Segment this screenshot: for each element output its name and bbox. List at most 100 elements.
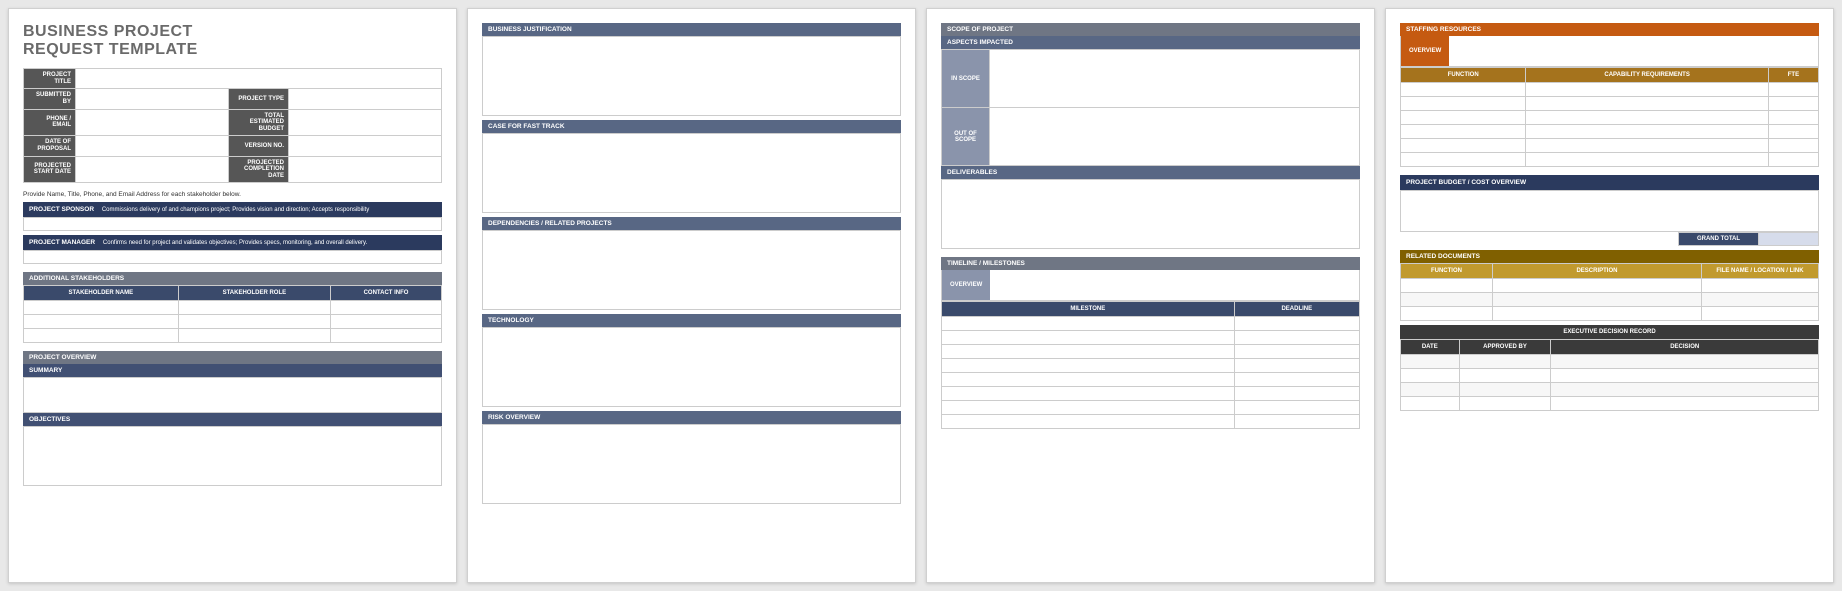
bar-staffing: STAFFING RESOURCES <box>1400 23 1819 36</box>
val-phone-email[interactable] <box>76 109 229 136</box>
table-cell[interactable] <box>1234 359 1359 373</box>
table-cell[interactable] <box>1401 383 1460 397</box>
table-cell[interactable] <box>942 359 1235 373</box>
table-cell[interactable] <box>1551 397 1819 411</box>
table-cell[interactable] <box>1401 397 1460 411</box>
table-cell[interactable] <box>331 329 442 343</box>
summary-field[interactable] <box>23 377 442 413</box>
title-line1: BUSINESS PROJECT <box>23 23 193 40</box>
table-cell[interactable] <box>1768 153 1818 167</box>
stakeholders-table: STAKEHOLDER NAME STAKEHOLDER ROLE CONTAC… <box>23 285 442 343</box>
table-cell[interactable] <box>1492 293 1701 307</box>
table-cell[interactable] <box>1401 369 1460 383</box>
lbl-out-scope: OUT OF SCOPE <box>942 108 990 166</box>
table-cell[interactable] <box>1401 293 1493 307</box>
table-cell[interactable] <box>331 315 442 329</box>
table-cell[interactable] <box>1401 355 1460 369</box>
table-cell[interactable] <box>1459 369 1551 383</box>
in-scope-field[interactable] <box>990 50 1360 108</box>
val-total-budget[interactable] <box>289 109 442 136</box>
table-cell[interactable] <box>1401 153 1526 167</box>
table-cell[interactable] <box>178 329 330 343</box>
table-cell[interactable] <box>1526 153 1768 167</box>
table-cell[interactable] <box>942 415 1235 429</box>
val-proj-start[interactable] <box>76 156 229 183</box>
table-cell[interactable] <box>1551 355 1819 369</box>
val-grand-total[interactable] <box>1759 233 1819 246</box>
table-cell[interactable] <box>1401 139 1526 153</box>
table-cell[interactable] <box>1401 307 1493 321</box>
table-cell[interactable] <box>942 387 1235 401</box>
table-cell[interactable] <box>1234 331 1359 345</box>
table-cell[interactable] <box>1768 97 1818 111</box>
val-date-proposal[interactable] <box>76 136 229 156</box>
bar-objectives: OBJECTIVES <box>23 413 442 426</box>
budget-field[interactable] <box>1400 190 1819 232</box>
table-cell[interactable] <box>1701 307 1818 321</box>
table-cell[interactable] <box>1401 279 1493 293</box>
th-function: FUNCTION <box>1401 68 1526 83</box>
val-project-type[interactable] <box>289 89 442 109</box>
objectives-field[interactable] <box>23 426 442 486</box>
lbl-project-title: PROJECT TITLE <box>24 69 76 89</box>
sponsor-field[interactable] <box>23 217 442 231</box>
table-cell[interactable] <box>1234 401 1359 415</box>
table-cell[interactable] <box>1526 83 1768 97</box>
table-cell[interactable] <box>178 301 330 315</box>
fast-track-field[interactable] <box>482 133 901 213</box>
table-cell[interactable] <box>1492 279 1701 293</box>
table-cell[interactable] <box>1526 97 1768 111</box>
tech-field[interactable] <box>482 327 901 407</box>
table-cell[interactable] <box>1401 97 1526 111</box>
table-cell[interactable] <box>1234 373 1359 387</box>
table-cell[interactable] <box>1459 383 1551 397</box>
table-cell[interactable] <box>1401 111 1526 125</box>
table-cell[interactable] <box>942 345 1235 359</box>
table-cell[interactable] <box>178 315 330 329</box>
table-cell[interactable] <box>942 317 1235 331</box>
table-cell[interactable] <box>331 301 442 315</box>
table-cell[interactable] <box>1401 125 1526 139</box>
deps-field[interactable] <box>482 230 901 310</box>
table-cell[interactable] <box>24 301 179 315</box>
risk-field[interactable] <box>482 424 901 504</box>
table-cell[interactable] <box>1234 345 1359 359</box>
table-cell[interactable] <box>1526 139 1768 153</box>
table-cell[interactable] <box>1768 111 1818 125</box>
table-cell[interactable] <box>1492 307 1701 321</box>
table-cell[interactable] <box>1401 83 1526 97</box>
val-project-title[interactable] <box>76 69 442 89</box>
lbl-total-budget: TOTAL ESTIMATED BUDGET <box>229 109 289 136</box>
biz-just-field[interactable] <box>482 36 901 116</box>
table-cell[interactable] <box>24 315 179 329</box>
table-cell[interactable] <box>1459 355 1551 369</box>
table-cell[interactable] <box>1459 397 1551 411</box>
staffing-overview-tab: OVERVIEW <box>1401 36 1449 66</box>
table-cell[interactable] <box>1701 279 1818 293</box>
table-cell[interactable] <box>1551 383 1819 397</box>
table-cell[interactable] <box>1234 317 1359 331</box>
out-scope-field[interactable] <box>990 108 1360 166</box>
deliverables-field[interactable] <box>941 179 1360 249</box>
page-2: BUSINESS JUSTIFICATION CASE FOR FAST TRA… <box>467 8 916 583</box>
table-cell[interactable] <box>942 331 1235 345</box>
table-cell[interactable] <box>1701 293 1818 307</box>
table-cell[interactable] <box>1234 415 1359 429</box>
val-proj-completion[interactable] <box>289 156 442 183</box>
table-cell[interactable] <box>1768 139 1818 153</box>
val-version-no[interactable] <box>289 136 442 156</box>
table-cell[interactable] <box>1551 369 1819 383</box>
table-cell[interactable] <box>24 329 179 343</box>
table-cell[interactable] <box>942 373 1235 387</box>
table-cell[interactable] <box>1768 83 1818 97</box>
sponsor-desc: Commissions delivery of and champions pr… <box>102 207 369 213</box>
manager-field[interactable] <box>23 250 442 264</box>
table-cell[interactable] <box>1768 125 1818 139</box>
th-deadline: DEADLINE <box>1234 302 1359 317</box>
th-stakeholder-name: STAKEHOLDER NAME <box>24 286 179 301</box>
table-cell[interactable] <box>1526 111 1768 125</box>
table-cell[interactable] <box>1234 387 1359 401</box>
val-submitted-by[interactable] <box>76 89 229 109</box>
table-cell[interactable] <box>942 401 1235 415</box>
table-cell[interactable] <box>1526 125 1768 139</box>
